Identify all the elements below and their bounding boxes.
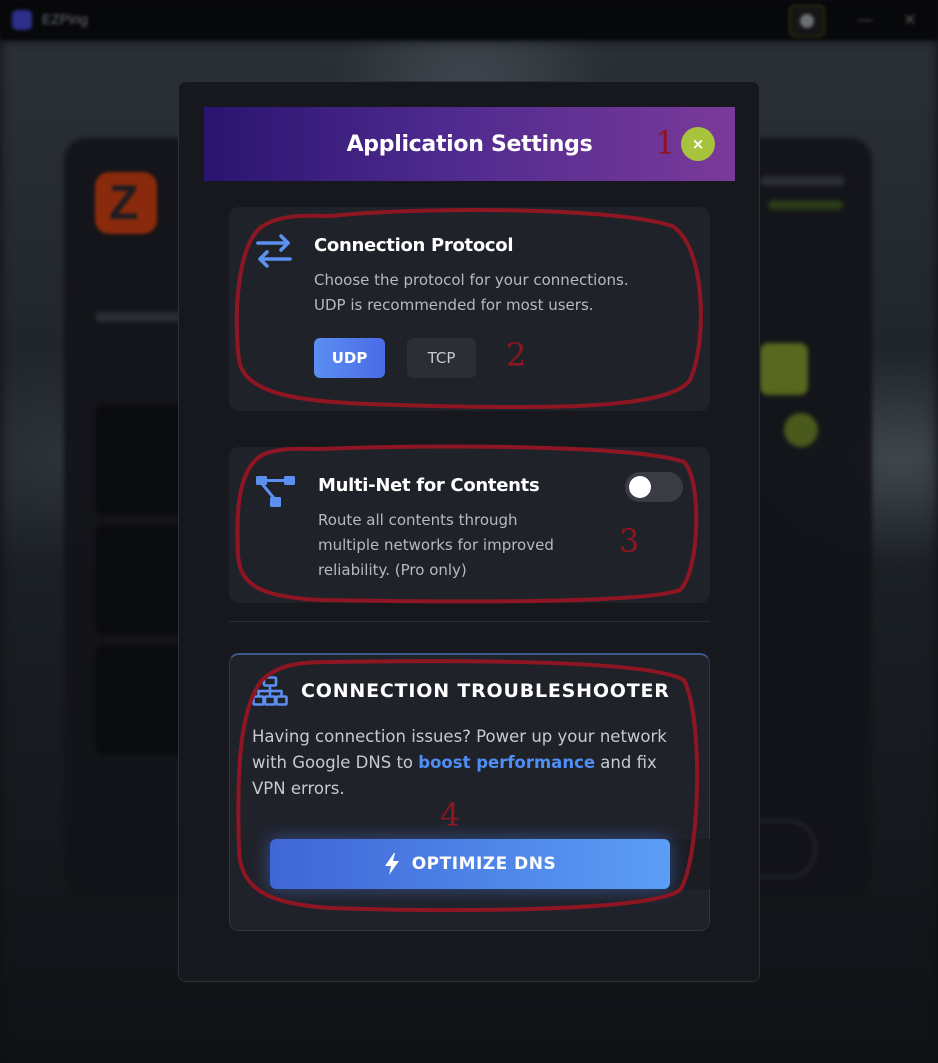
background-titlebar: EZPing — ✕ [0,0,938,40]
multi-net-description: Route all contents through multiple netw… [318,508,598,583]
boost-performance-highlight: boost performance [418,753,596,772]
modal-title: Application Settings [346,131,593,157]
background-text-placeholder [768,200,843,210]
network-branch-icon [256,476,295,507]
troubleshooter-title: CONNECTION TROUBLESHOOTER [301,680,670,702]
optimize-dns-button[interactable]: OPTIMIZE DNS [270,839,670,889]
network-topology-icon [252,676,288,706]
lightning-icon [384,853,399,875]
background-status-dot [784,413,818,447]
window-close-button[interactable]: ✕ [893,5,927,35]
description-line: Route all contents through [318,511,518,529]
annotation-number: 4 [440,796,461,834]
protocol-udp-button[interactable]: UDP [314,338,385,378]
toggle-knob [629,476,651,498]
window-title: EZPing [42,11,88,27]
background-tile [95,525,185,635]
protocol-tcp-button[interactable]: TCP [407,338,476,378]
multi-net-title: Multi-Net for Contents [318,475,540,496]
modal-close-button[interactable]: × [681,127,715,161]
swap-arrows-icon [256,234,292,268]
connection-protocol-title: Connection Protocol [314,235,514,256]
app-logo-icon [12,10,32,30]
minimize-button[interactable]: — [848,5,882,35]
annotation-number: 1 [655,124,676,162]
settings-gear-icon[interactable] [789,5,825,37]
description-line: Choose the protocol for your connections… [314,271,629,289]
section-divider [229,621,710,622]
background-button [760,343,808,395]
background-tile [95,405,185,515]
description-line: reliability. (Pro only) [318,561,467,579]
brand-logo-icon [95,172,157,234]
annotation-number: 2 [506,336,527,374]
background-text-placeholder [95,312,185,322]
troubleshooter-description: Having connection issues? Power up your … [252,724,692,802]
background-tile [95,645,185,755]
description-line: multiple networks for improved [318,536,554,554]
multi-net-toggle[interactable] [625,472,683,502]
optimize-dns-label: OPTIMIZE DNS [411,854,557,874]
description-line: UDP is recommended for most users. [314,296,594,314]
connection-protocol-description: Choose the protocol for your connections… [314,268,629,318]
background-text-placeholder [760,176,845,186]
annotation-number: 3 [619,522,640,560]
